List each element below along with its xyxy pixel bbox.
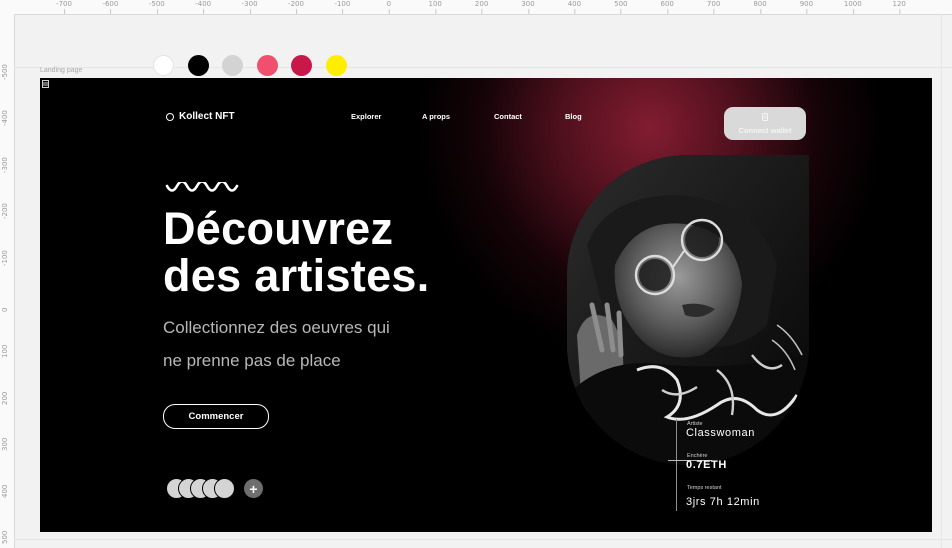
- color-swatch[interactable]: [291, 55, 313, 76]
- landing-page-artboard[interactable]: Kollect NFT Explorer A props Contact Blo…: [40, 78, 932, 532]
- ruler-tick-label: 700: [706, 0, 721, 14]
- hero-headline: Découvrez des artistes.: [163, 205, 430, 299]
- guide-line-horizontal: [14, 539, 952, 540]
- ruler-tick-label: 500: [1, 530, 9, 544]
- color-swatch[interactable]: [153, 55, 174, 76]
- ruler-tick-label: 100: [1, 345, 9, 359]
- ruler-tick-label: 200: [1, 391, 9, 405]
- squiggle-icon: [165, 182, 239, 192]
- ruler-tick-label: 200: [474, 0, 489, 14]
- artist-name: Classwoman: [686, 427, 755, 439]
- ruler-tick-label: -400: [1, 110, 9, 127]
- ruler-tick-label: -600: [102, 0, 119, 14]
- connect-wallet-button[interactable]: Connect wallet: [724, 107, 806, 140]
- collector-avatars: +: [166, 478, 263, 499]
- ruler-tick-label: 800: [753, 0, 767, 14]
- ruler-tick-label: -300: [241, 0, 258, 14]
- ruler-tick-label: -100: [1, 249, 9, 266]
- connect-wallet-label: Connect wallet: [738, 125, 792, 135]
- color-swatch[interactable]: [256, 55, 278, 76]
- ruler-tick-label: -100: [334, 0, 351, 14]
- hero-headline-line-1: Découvrez: [163, 203, 394, 254]
- color-swatch[interactable]: [187, 55, 209, 76]
- nav-link-a-props[interactable]: A props: [422, 112, 450, 121]
- bid-value: 0.7ETH: [686, 459, 727, 471]
- logo-text: Kollect NFT: [179, 111, 235, 122]
- ruler-tick-label: 400: [567, 0, 582, 14]
- nav-link-contact[interactable]: Contact: [494, 112, 522, 121]
- top-ruler: -700 -600 -500 -400 -300 -200 -100 0 100 200 300 40…: [0, 0, 952, 15]
- hero-subtitle-line-1: Collectionnez des oeuvres qui: [163, 318, 390, 337]
- info-divider: [676, 419, 677, 511]
- color-swatch[interactable]: [326, 55, 347, 76]
- ruler-tick-label: 120: [892, 0, 906, 14]
- featured-artwork-image[interactable]: [567, 155, 809, 465]
- ruler-tick-label: -200: [1, 203, 9, 220]
- ruler-tick-label: 400: [1, 484, 9, 498]
- ruler-tick-label: 500: [614, 0, 628, 14]
- avatar[interactable]: [214, 478, 235, 499]
- ruler-tick-label: -200: [288, 0, 304, 14]
- time-remaining-label: Temps restant: [687, 485, 722, 491]
- start-button[interactable]: Commencer: [163, 404, 269, 429]
- add-collector-button[interactable]: +: [244, 479, 263, 498]
- nav-link-explorer[interactable]: Explorer: [351, 112, 381, 121]
- hero-headline-line-2: des artistes.: [163, 250, 430, 301]
- ruler-tick-label: 300: [1, 437, 9, 452]
- ruler-tick-label: -700: [56, 0, 72, 14]
- ruler-tick-label: 0: [386, 0, 392, 14]
- ruler-tick-label: 600: [660, 0, 674, 14]
- ruler-tick-label: -400: [195, 0, 212, 14]
- frame-icon: [42, 80, 49, 88]
- time-remaining-value: 3jrs 7h 12min: [686, 496, 760, 508]
- ruler-tick-label: 100: [428, 0, 442, 14]
- ruler-tick-label: -500: [1, 64, 9, 80]
- color-swatch[interactable]: [222, 55, 244, 76]
- nav-link-blog[interactable]: Blog: [565, 112, 582, 121]
- hero-subtitle-line-2: ne prenne pas de place: [163, 351, 341, 370]
- logo[interactable]: Kollect NFT: [166, 111, 235, 122]
- ruler-tick-label: 900: [799, 0, 814, 14]
- ruler-tick-label: 1000: [843, 0, 862, 14]
- ruler-tick-label: 0: [1, 307, 9, 312]
- ruler-tick-label: 300: [521, 0, 535, 14]
- left-ruler: -500 -400 -300 -200 -100 0 100 200 300 400 500: [0, 14, 15, 548]
- frame-label[interactable]: Landing page: [40, 67, 82, 74]
- guide-line-vertical: [941, 14, 942, 548]
- logo-ring-icon: [166, 112, 174, 121]
- wallet-icon: [762, 112, 768, 123]
- portrait-illustration: [567, 155, 809, 465]
- ruler-tick-label: -300: [1, 156, 9, 173]
- ruler-tick-label: -500: [148, 0, 165, 14]
